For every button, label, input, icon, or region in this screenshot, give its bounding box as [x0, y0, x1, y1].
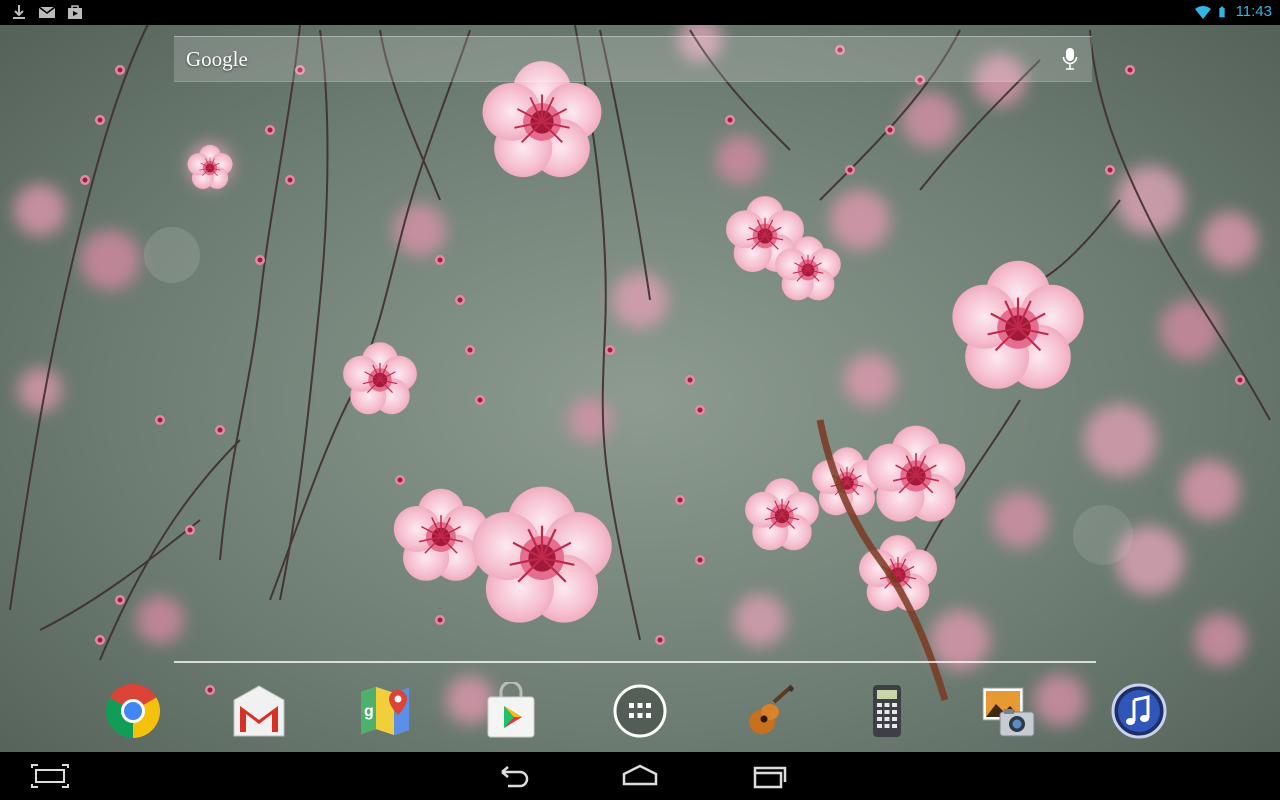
app-drawer-button[interactable] [611, 682, 669, 740]
recent-apps-button[interactable] [740, 758, 800, 794]
photo-camera-icon [982, 687, 1035, 737]
google-logo[interactable]: Google [186, 47, 248, 72]
gmail-app[interactable] [230, 682, 288, 740]
maps-app[interactable]: g [356, 682, 414, 740]
back-button[interactable] [482, 758, 542, 794]
music-app[interactable] [1110, 682, 1168, 740]
garageband-app[interactable] [740, 682, 798, 740]
calculator-app[interactable] [858, 682, 916, 740]
screenshot-button[interactable] [20, 758, 80, 794]
home-icon [622, 764, 658, 786]
screenshot-icon [31, 764, 69, 788]
chrome-app[interactable] [104, 682, 162, 740]
play-store-notification-icon [68, 5, 82, 19]
svg-text:g: g [364, 703, 374, 720]
app-drawer-icon [613, 684, 667, 738]
mic-icon[interactable] [1062, 47, 1078, 71]
photo-camera-app[interactable] [980, 682, 1038, 740]
wifi-icon [1194, 5, 1211, 19]
clock: 11:43 [1235, 3, 1272, 20]
chrome-icon [105, 684, 161, 738]
status-bar: 11:43 [0, 0, 1280, 25]
recent-apps-icon [753, 766, 787, 789]
gmail-icon [233, 685, 285, 737]
garageband-guitar-icon [749, 684, 794, 734]
download-icon [13, 5, 25, 19]
hotseat-dock: g [0, 676, 1280, 748]
google-search-bar[interactable]: Google [174, 36, 1092, 82]
home-button[interactable] [610, 758, 670, 794]
maps-icon: g [361, 687, 409, 735]
music-icon [1111, 683, 1167, 739]
calculator-icon [873, 685, 901, 737]
gmail-notification-icon [38, 6, 56, 18]
dock-divider [174, 661, 1096, 663]
navigation-bar [0, 752, 1280, 800]
back-icon [501, 766, 529, 788]
play-store-app[interactable] [482, 682, 540, 740]
battery-icon [1218, 6, 1225, 18]
play-store-icon [487, 682, 535, 738]
